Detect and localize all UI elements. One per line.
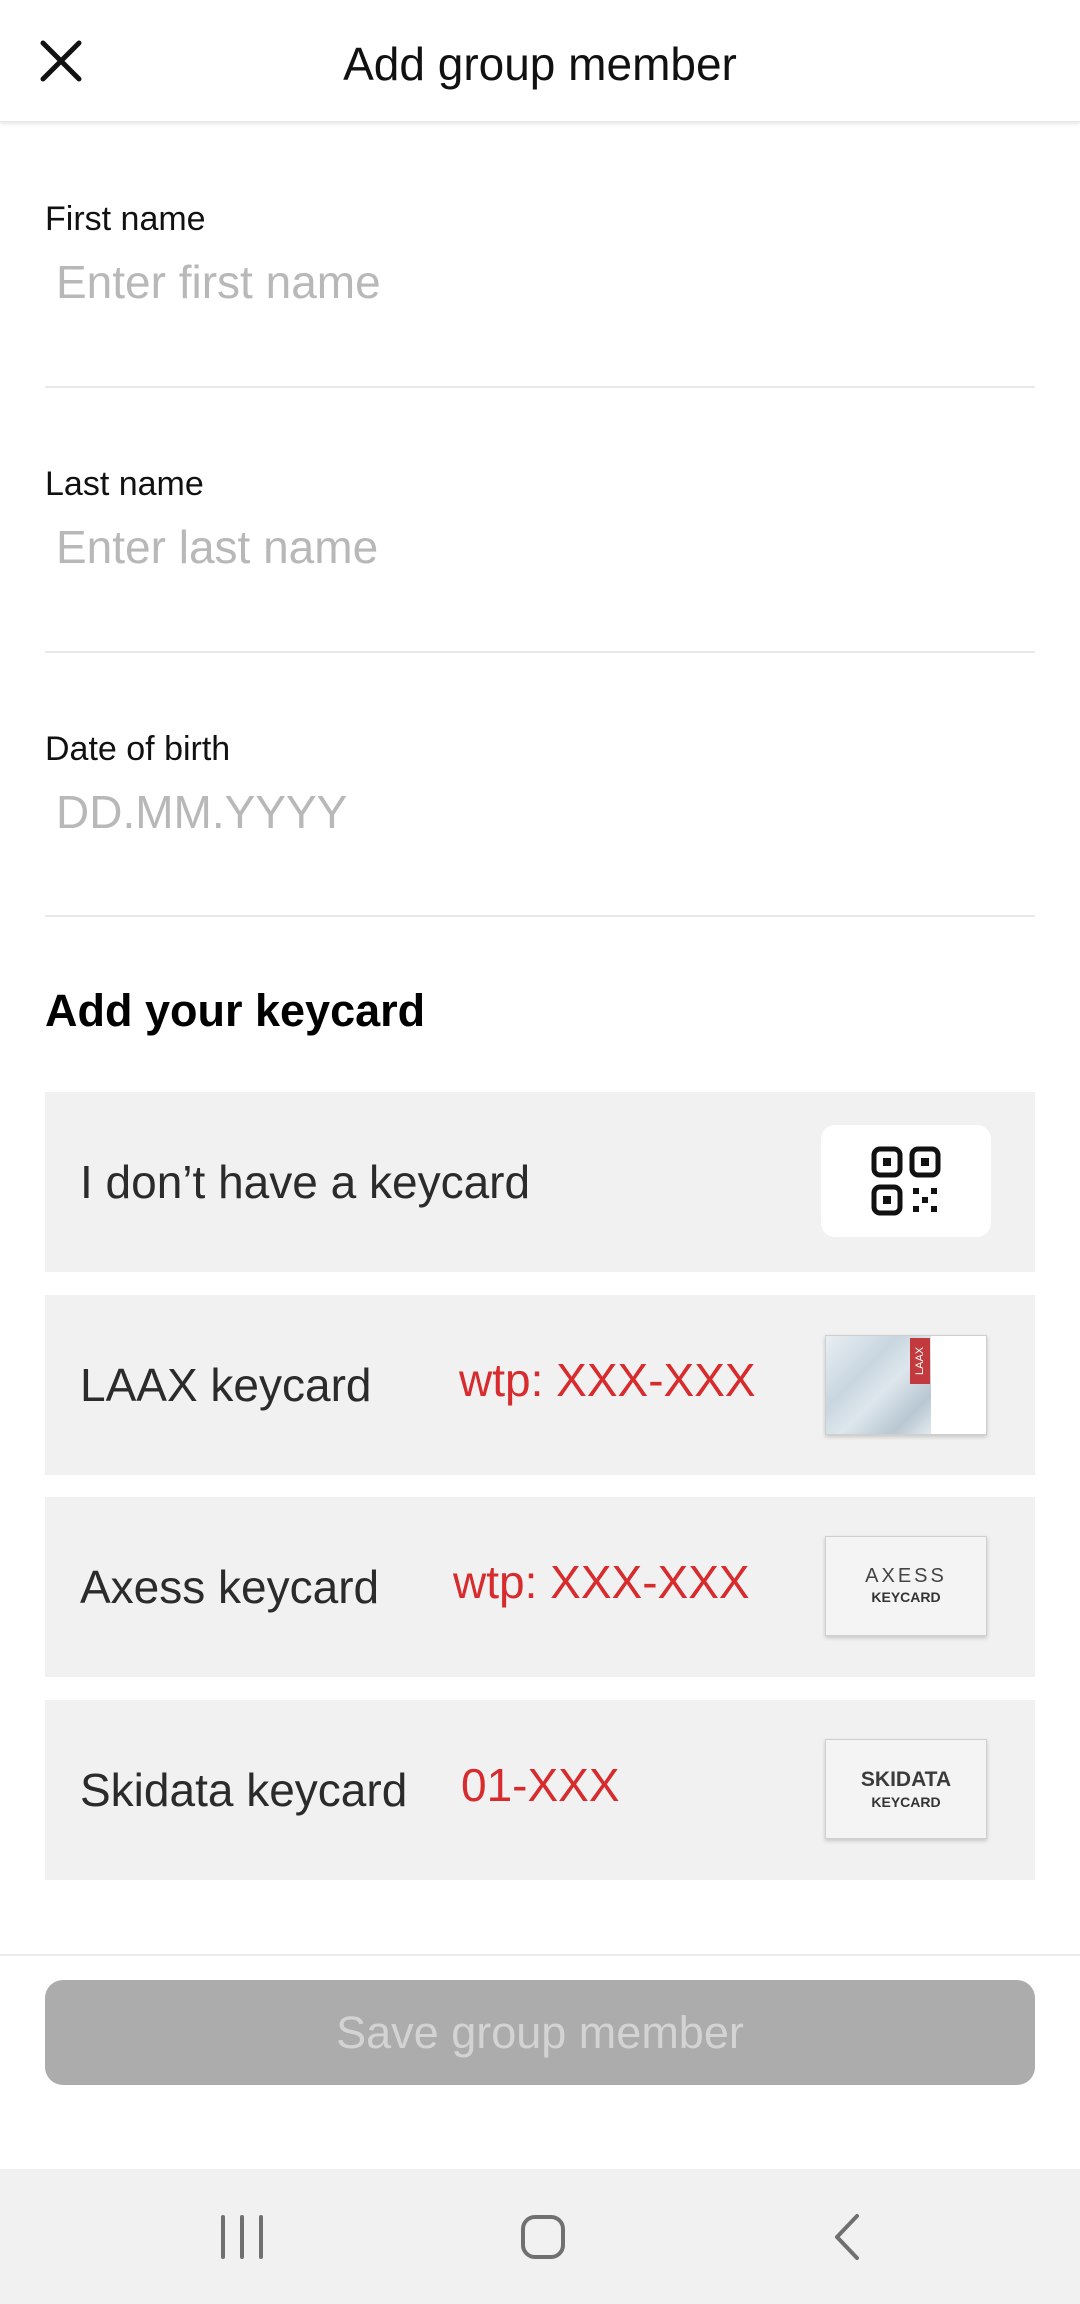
axess-logo: AXESS (865, 1565, 947, 1587)
skidata-logo: SKIDATA (860, 1768, 952, 1791)
keycard-option-skidata[interactable]: Skidata keycard 01-XXX SKIDATA KEYCARD (45, 1700, 1035, 1880)
keycard-option-laax[interactable]: LAAX keycard wtp: XXX-XXX LAAX (45, 1295, 1035, 1475)
first-name-underline (45, 386, 1035, 388)
keycard-option-label: I don’t have a keycard (80, 1156, 531, 1208)
home-icon (521, 2214, 565, 2259)
footer-divider (0, 1954, 1080, 1956)
date-of-birth-underline (45, 915, 1035, 917)
back-button[interactable] (767, 2169, 927, 2304)
close-button[interactable] (30, 30, 92, 92)
keycard-option-label: Skidata keycard (80, 1764, 408, 1816)
recent-apps-icon (221, 2214, 263, 2259)
qr-code-icon (871, 1146, 941, 1216)
last-name-label: Last name (45, 465, 204, 503)
keycard-option-axess[interactable]: Axess keycard wtp: XXX-XXX AXESS KEYCARD (45, 1497, 1035, 1677)
date-of-birth-input[interactable] (45, 772, 1035, 852)
back-icon (835, 2213, 859, 2260)
qr-code-tile (821, 1125, 991, 1237)
keycard-section-title: Add your keycard (45, 985, 426, 1036)
last-name-underline (45, 651, 1035, 653)
close-icon (40, 40, 82, 82)
last-name-field-group: Last name (45, 435, 1035, 615)
first-name-label: First name (45, 200, 206, 238)
save-group-member-button[interactable]: Save group member (45, 1980, 1035, 2085)
last-name-input[interactable] (45, 507, 1035, 587)
keycard-option-label: Axess keycard (80, 1561, 380, 1613)
axess-keycard-image: AXESS KEYCARD (825, 1536, 987, 1636)
date-of-birth-label: Date of birth (45, 730, 231, 768)
first-name-field-group: First name (45, 170, 1035, 350)
laax-keycard-image: LAAX (825, 1335, 987, 1435)
keycard-format-hint: wtp: XXX-XXX (459, 1354, 756, 1406)
laax-logo: LAAX (910, 1338, 930, 1384)
keycard-format-hint: 01-XXX (461, 1759, 620, 1811)
date-of-birth-field-group: Date of birth (45, 700, 1035, 880)
page-title: Add group member (343, 38, 737, 90)
axess-card-subtitle: KEYCARD (871, 1589, 941, 1605)
first-name-input[interactable] (45, 242, 1035, 322)
skidata-card-subtitle: KEYCARD (871, 1794, 941, 1810)
skidata-keycard-image: SKIDATA KEYCARD (825, 1739, 987, 1839)
keycard-option-none[interactable]: I don’t have a keycard (45, 1092, 1035, 1272)
home-button[interactable] (463, 2169, 623, 2304)
system-navigation-bar (0, 2169, 1080, 2304)
keycard-format-hint: wtp: XXX-XXX (453, 1556, 750, 1608)
top-app-bar: Add group member (0, 0, 1080, 122)
keycard-option-label: LAAX keycard (80, 1359, 372, 1411)
recent-apps-button[interactable] (162, 2169, 322, 2304)
